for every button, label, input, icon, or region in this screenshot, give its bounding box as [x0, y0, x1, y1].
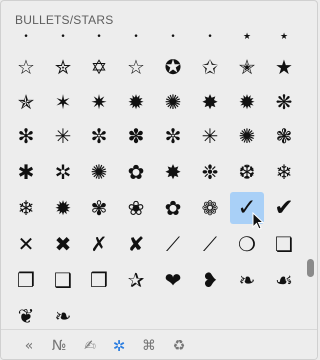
symbol-cell[interactable]: ❋	[267, 86, 301, 118]
symbol-cell[interactable]: •	[9, 29, 43, 53]
symbol-cell[interactable]: ❁	[193, 192, 227, 224]
symbol-cell[interactable]: ✮	[46, 51, 80, 83]
symbol-cell[interactable]: ⟋	[156, 228, 190, 260]
symbol-cell[interactable]: ✷	[82, 86, 116, 118]
symbol-cell[interactable]: ❍	[230, 228, 264, 260]
numero-sign-icon[interactable]: №	[48, 335, 70, 357]
symbol-cell[interactable]: ☆	[9, 51, 43, 83]
symbol-cell[interactable]: ✱	[9, 156, 43, 188]
symbol-cell[interactable]: ✿	[156, 192, 190, 224]
recycle-icon[interactable]: ♻	[168, 335, 190, 357]
symbol-cell[interactable]: ❐	[9, 264, 43, 296]
symbol-grid-viewport: • • • • • • ★ ★ ☆ ✮ ✡ ☆ ✪ ✩ ✭ ★ ✯ ✶ ✷ ✹ ✺ ✸ ✹ ❋ ✻ ✳ ✼ ✽ ✼ ✳ ✺ ❃ ✱ ✲ ✺ ✿ ✸ ❉ ❆ ❄…	[1, 29, 317, 331]
symbol-cell[interactable]: ✼	[82, 120, 116, 152]
left-double-angle-icon[interactable]: «	[18, 335, 40, 357]
symbol-cell[interactable]: ☙	[267, 264, 301, 296]
symbol-cell[interactable]: ★	[267, 51, 301, 83]
symbol-cell[interactable]: ❀	[119, 192, 153, 224]
symbol-cell[interactable]: ❆	[230, 156, 264, 188]
symbol-cell[interactable]: ✹	[230, 86, 264, 118]
symbol-cell[interactable]: •	[193, 29, 227, 53]
symbol-cell[interactable]: ✻	[9, 120, 43, 152]
scrollbar-thumb[interactable]	[307, 259, 314, 277]
symbol-cell[interactable]: ⟋	[193, 228, 227, 260]
symbol-cell[interactable]: ❒	[82, 264, 116, 296]
asterisk-icon[interactable]: ✲	[108, 335, 130, 357]
symbol-cell[interactable]: ❧	[46, 300, 80, 331]
symbol-cell[interactable]: ✓	[230, 192, 264, 224]
symbol-cell[interactable]: ✭	[230, 51, 264, 83]
symbol-cell[interactable]: ❑	[46, 264, 80, 296]
section-header: BULLETS/STARS	[15, 13, 114, 27]
symbol-cell[interactable]: ✶	[46, 86, 80, 118]
symbol-cell[interactable]: ☆	[119, 51, 153, 83]
symbol-cell[interactable]: ✼	[156, 120, 190, 152]
symbol-cell[interactable]: ❉	[193, 156, 227, 188]
symbol-cell[interactable]: •	[82, 29, 116, 53]
symbol-cell[interactable]: ✡	[82, 51, 116, 83]
character-viewer-panel: BULLETS/STARS • • • • • • ★ ★ ☆ ✮ ✡ ☆ ✪ ✩ ✭ ★ ✯ ✶ ✷ ✹ ✺ ✸ ✹ ❋ ✻ ✳…	[0, 0, 318, 360]
symbol-cell[interactable]: ★	[230, 29, 264, 53]
symbol-cell[interactable]: ✺	[82, 156, 116, 188]
symbol-cell[interactable]: ✿	[119, 156, 153, 188]
symbol-cell[interactable]: ❥	[193, 264, 227, 296]
symbol-cell[interactable]: ✳	[193, 120, 227, 152]
symbol-cell[interactable]: ★	[267, 29, 301, 53]
symbol-cell[interactable]: ❧	[230, 264, 264, 296]
symbol-cell[interactable]: •	[46, 29, 80, 53]
symbol-cell[interactable]: •	[156, 29, 190, 53]
symbol-cell[interactable]: ✩	[193, 51, 227, 83]
symbol-cell[interactable]: ✳	[46, 120, 80, 152]
symbol-cell[interactable]: ✕	[9, 228, 43, 260]
symbol-cell[interactable]: ❄	[267, 156, 301, 188]
symbol-cell[interactable]: ✽	[119, 120, 153, 152]
symbol-cell[interactable]: •	[119, 29, 153, 53]
symbol-cell[interactable]: ✖	[46, 228, 80, 260]
symbol-cell[interactable]: ❤	[156, 264, 190, 296]
symbol-cell[interactable]: ✘	[119, 228, 153, 260]
category-tab-bar: « № ✍ ✲ ⌘ ♻	[1, 329, 317, 359]
symbol-cell[interactable]: ✸	[193, 86, 227, 118]
symbol-cell[interactable]: ✹	[46, 192, 80, 224]
symbol-cell[interactable]: ❦	[9, 300, 43, 331]
symbol-cell[interactable]: ✔	[267, 192, 301, 224]
symbol-cell[interactable]: ❏	[267, 228, 301, 260]
symbol-cell[interactable]: ✾	[82, 192, 116, 224]
symbol-cell[interactable]: ✲	[46, 156, 80, 188]
command-key-icon[interactable]: ⌘	[138, 335, 160, 357]
symbol-cell[interactable]: ✗	[82, 228, 116, 260]
symbol-cell[interactable]: ❄	[9, 192, 43, 224]
symbol-cell[interactable]: ✰	[119, 264, 153, 296]
symbol-cell[interactable]: ✺	[230, 120, 264, 152]
symbol-cell[interactable]: ✺	[156, 86, 190, 118]
pencil-icon[interactable]: ✍	[79, 335, 101, 357]
symbol-cell[interactable]: ✪	[156, 51, 190, 83]
symbol-cell[interactable]: ✯	[9, 86, 43, 118]
symbol-cell[interactable]: ✹	[119, 86, 153, 118]
symbol-cell[interactable]: ✸	[156, 156, 190, 188]
symbol-cell[interactable]: ❃	[267, 120, 301, 152]
